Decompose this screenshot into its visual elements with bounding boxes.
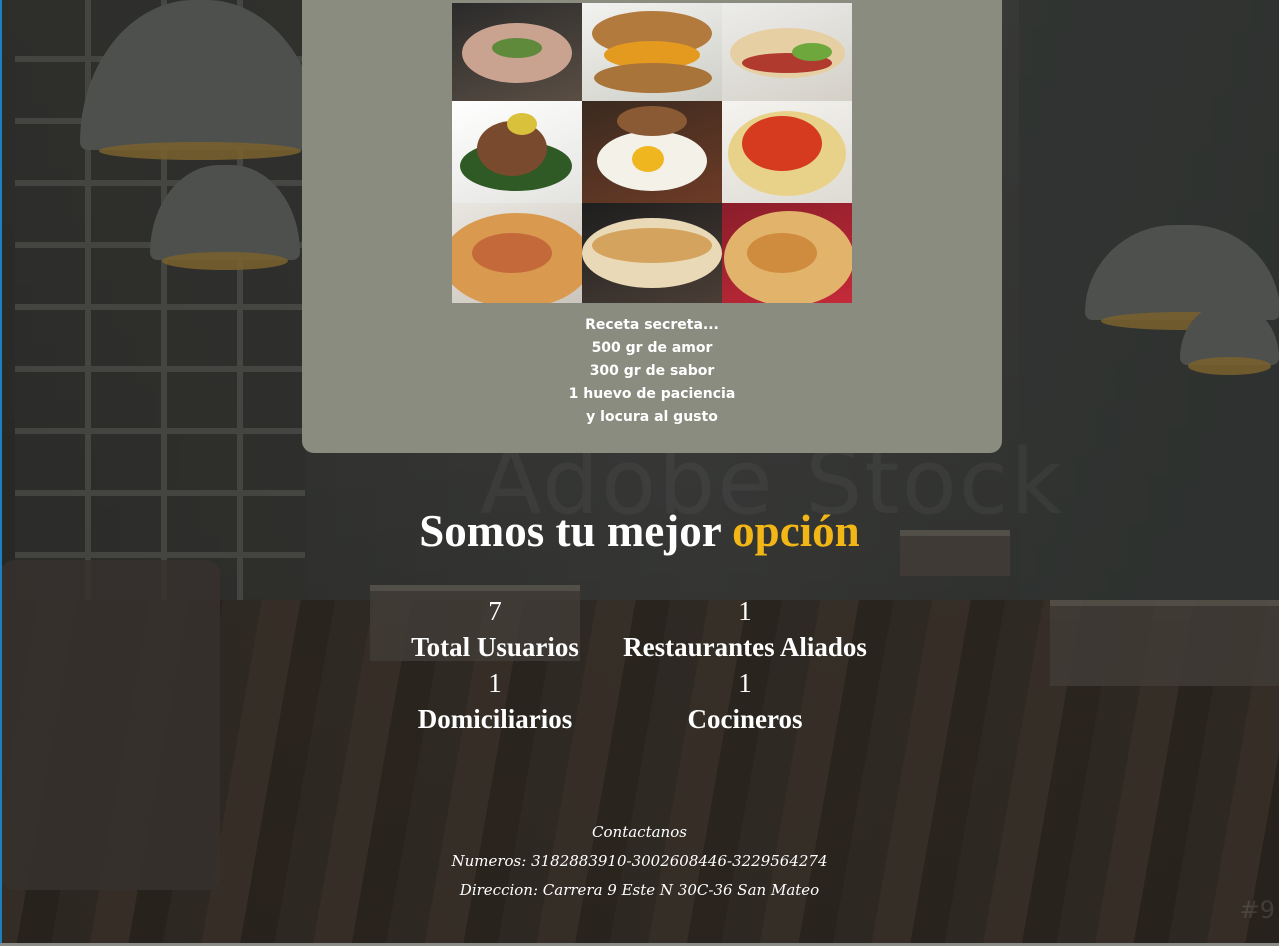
stat-label: Domiciliarios bbox=[417, 704, 573, 734]
stat-domiciliarios: 1 Domiciliarios bbox=[395, 665, 595, 737]
recipe-text: Receta secreta... 500 gr de amor 300 gr … bbox=[302, 314, 1002, 429]
food-photo bbox=[722, 3, 852, 101]
food-photo bbox=[722, 203, 852, 303]
food-photo bbox=[582, 3, 722, 101]
stat-cocineros: 1 Cocineros bbox=[600, 665, 890, 737]
recipe-line: 300 gr de sabor bbox=[589, 363, 715, 379]
contact-address: Direccion: Carrera 9 Este N 30C-36 San M… bbox=[459, 881, 820, 899]
window-edge bbox=[0, 0, 2, 946]
headline-main: Somos tu mejor bbox=[419, 506, 721, 556]
stat-value: 7 bbox=[488, 596, 502, 626]
food-photo bbox=[722, 101, 852, 203]
recipe-line: y locura al gusto bbox=[586, 409, 718, 425]
headline: Somos tu mejor opción bbox=[0, 505, 1279, 557]
stat-value: 1 bbox=[488, 668, 502, 698]
food-photo bbox=[452, 203, 582, 303]
stat-label: Total Usuarios bbox=[411, 632, 579, 662]
recipe-line: Receta secreta... bbox=[585, 317, 719, 333]
food-photo bbox=[582, 101, 722, 203]
headline-accent: opción bbox=[732, 506, 860, 556]
stat-restaurantes-aliados: 1 Restaurantes Aliados bbox=[600, 593, 890, 665]
stat-total-usuarios: 7 Total Usuarios bbox=[395, 593, 595, 665]
contact-numbers: Numeros: 3182883910-3002608446-322956427… bbox=[451, 852, 828, 870]
food-photo bbox=[452, 101, 582, 203]
stat-label: Cocineros bbox=[687, 704, 803, 734]
contact-footer: Contactanos Numeros: 3182883910-30026084… bbox=[0, 818, 1279, 905]
food-photo bbox=[582, 203, 722, 303]
food-photo-collage bbox=[452, 3, 852, 303]
stat-value: 1 bbox=[738, 596, 752, 626]
food-photo bbox=[452, 3, 582, 101]
recipe-line: 1 huevo de paciencia bbox=[568, 386, 736, 402]
stat-value: 1 bbox=[738, 668, 752, 698]
contact-title: Contactanos bbox=[592, 823, 687, 841]
recipe-line: 500 gr de amor bbox=[591, 340, 713, 356]
menu-card: Receta secreta... 500 gr de amor 300 gr … bbox=[302, 0, 1002, 453]
stat-label: Restaurantes Aliados bbox=[623, 632, 867, 662]
